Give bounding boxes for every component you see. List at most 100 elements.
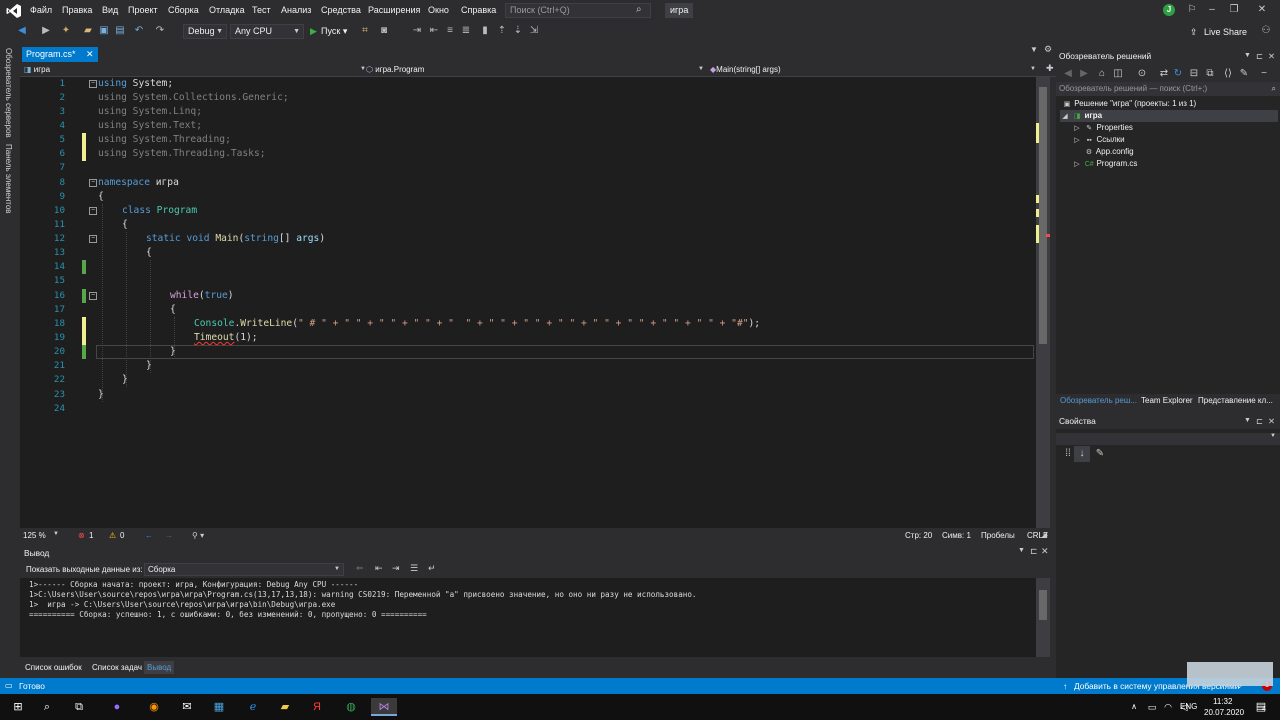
error-count[interactable]: 1 <box>89 531 93 540</box>
clock-date[interactable]: 20.07.2020 <box>1204 708 1244 717</box>
panel-menu-icon[interactable]: ▼ <box>1244 48 1251 64</box>
panel-menu-icon[interactable]: ▼ <box>1018 547 1025 554</box>
pin-icon[interactable]: ⊏ <box>1256 48 1263 64</box>
quick-launch-search-input[interactable]: Поиск (Ctrl+Q) <box>505 3 651 18</box>
collapse-all-icon[interactable]: ⊟ <box>1186 66 1202 82</box>
edge-icon[interactable]: ℯ <box>244 698 262 716</box>
menu-debug[interactable]: Отладка <box>207 0 247 21</box>
output-scrollbar[interactable] <box>1036 578 1050 657</box>
camera-icon[interactable]: ◙ <box>376 23 392 39</box>
properties-object-select[interactable]: ▼ <box>1056 433 1280 445</box>
next-bookmark-icon[interactable]: ⇣ <box>510 23 526 39</box>
switch-views-icon[interactable]: ◫ <box>1110 66 1126 82</box>
input-language[interactable]: ENG <box>1180 702 1197 711</box>
tab-solution-explorer[interactable]: Обозреватель реш... <box>1060 396 1137 405</box>
zoom-level[interactable]: 125 % <box>23 531 46 540</box>
close-icon[interactable]: ✕ <box>1254 2 1270 18</box>
close-panel-icon[interactable]: ✕ <box>1041 546 1049 557</box>
clock-time[interactable]: 11:32 <box>1213 697 1232 706</box>
tab-error-list[interactable]: Список ошибок <box>22 661 85 674</box>
tab-team-explorer[interactable]: Team Explorer <box>1141 396 1193 405</box>
browser-icon[interactable]: ◉ <box>145 698 163 716</box>
menu-test[interactable]: Тест <box>250 0 273 21</box>
feedback-icon[interactable]: ⚐ <box>1184 2 1200 18</box>
menu-tools[interactable]: Средства <box>319 0 363 21</box>
collapse-icon[interactable]: − <box>89 179 97 187</box>
pin-icon[interactable]: ⊏ <box>1256 413 1263 429</box>
pending-changes-icon[interactable]: ⊙ <box>1134 66 1150 82</box>
menu-window[interactable]: Окно <box>426 0 451 21</box>
toolbox-tab[interactable]: Панель элементов <box>4 144 13 214</box>
word-wrap-icon[interactable]: ↵ <box>428 563 436 574</box>
yandex-icon[interactable]: Я <box>308 698 326 716</box>
user-avatar[interactable]: J <box>1163 4 1175 16</box>
panel-menu-icon[interactable]: ▼ <box>1244 413 1251 429</box>
new-item-icon[interactable]: ✦ <box>58 23 74 39</box>
collapse-icon[interactable]: − <box>89 292 97 300</box>
step-over-icon[interactable]: ⇤ <box>426 23 442 39</box>
home-icon[interactable]: ⌂ <box>1094 66 1110 82</box>
uncomment-icon[interactable]: ≣ <box>458 23 474 39</box>
platform-select[interactable]: Any CPU ▼ <box>230 24 304 39</box>
file-explorer-icon[interactable]: ▰ <box>276 698 294 716</box>
tree-solution[interactable]: ▣ Решение "игра" (проекты: 1 из 1) <box>1062 98 1197 110</box>
tree-app-config[interactable]: ⚙ App.config <box>1084 146 1134 158</box>
tree-program-cs[interactable]: ▷ C# Program.cs <box>1072 158 1137 170</box>
save-icon[interactable]: ▣ <box>96 23 112 39</box>
store-icon[interactable]: ▦ <box>210 698 228 716</box>
show-hidden-icons-icon[interactable]: ∧ <box>1125 698 1143 716</box>
menu-view[interactable]: Вид <box>100 0 120 21</box>
go-to-previous-icon[interactable]: ⇤ <box>375 563 383 574</box>
collapse-icon[interactable]: − <box>89 207 97 215</box>
maximize-icon[interactable]: ❐ <box>1226 2 1242 18</box>
redo-icon[interactable]: ↷ <box>152 23 168 39</box>
account-icon[interactable]: ⚇ <box>1258 23 1274 39</box>
tab-class-view[interactable]: Представление кл... <box>1198 396 1273 405</box>
class-nav-combo[interactable]: ⬡ игра.Program ▼ <box>366 63 708 76</box>
split-editor-icon[interactable]: ✚ <box>1046 63 1054 74</box>
indent-mode[interactable]: Пробелы <box>981 531 1015 540</box>
project-nav-combo[interactable]: ◨ игра ▼ <box>24 63 370 76</box>
resize-grip-icon[interactable]: ◢ <box>1041 530 1047 539</box>
clear-bookmarks-icon[interactable]: ⇲ <box>526 23 542 39</box>
more-icon[interactable]: − <box>1256 66 1272 82</box>
collapse-icon[interactable]: − <box>89 235 97 243</box>
menu-help[interactable]: Справка <box>459 0 498 21</box>
prev-bookmark-icon[interactable]: ⇡ <box>494 23 510 39</box>
editor-vertical-scrollbar[interactable] <box>1036 77 1050 528</box>
comment-icon[interactable]: ≡ <box>442 23 458 39</box>
forward-icon[interactable]: ▶ <box>1076 66 1092 82</box>
start-debug-button[interactable]: ▶ Пуск ▾ <box>309 23 347 39</box>
member-nav-combo[interactable]: ◆Main(string[] args) ▼ <box>710 63 1040 76</box>
close-panel-icon[interactable]: ✕ <box>1268 413 1275 429</box>
output-source-select[interactable]: Сборка ▼ <box>144 563 344 576</box>
server-explorer-tab[interactable]: Обозреватель серверов <box>4 48 13 138</box>
menu-analyze[interactable]: Анализ <box>279 0 313 21</box>
windows-start-icon[interactable]: ⊞ <box>9 698 27 716</box>
error-icon[interactable]: ⊗ <box>78 531 85 540</box>
property-pages-icon[interactable]: ✎ <box>1092 446 1108 462</box>
previous-issue-icon[interactable]: ← <box>145 531 153 540</box>
chrome-icon[interactable]: ◍ <box>342 698 360 716</box>
menu-extensions[interactable]: Расширения <box>366 0 422 21</box>
wrench-icon[interactable]: ✎ <box>1236 66 1252 82</box>
open-folder-icon[interactable]: ▰ <box>80 23 96 39</box>
back-icon[interactable]: ◀ <box>14 23 30 39</box>
bookmark-icon[interactable]: ▮ <box>477 23 493 39</box>
search-icon[interactable]: ⌕ <box>38 698 56 716</box>
task-view-icon[interactable]: ⧉ <box>70 698 88 716</box>
collapse-icon[interactable]: − <box>89 80 97 88</box>
scrollbar-thumb[interactable] <box>1039 87 1047 344</box>
forward-icon[interactable]: ▶ <box>38 23 54 39</box>
save-all-icon[interactable]: ▤ <box>112 23 128 39</box>
close-tab-icon[interactable]: ✕ <box>86 47 94 62</box>
visual-studio-taskbar-icon[interactable]: ⋈ <box>371 698 397 716</box>
find-message-icon[interactable]: ⇐ <box>356 563 364 574</box>
next-issue-icon[interactable]: → <box>165 531 173 540</box>
configuration-select[interactable]: Debug ▼ <box>183 24 227 39</box>
clear-all-icon[interactable]: ☰ <box>410 563 418 574</box>
refresh-icon[interactable]: ↻ <box>1170 66 1186 82</box>
menu-file[interactable]: Файл <box>28 0 54 21</box>
warning-icon[interactable]: ⚠ <box>109 531 116 540</box>
step-icon[interactable]: ⇥ <box>409 23 425 39</box>
